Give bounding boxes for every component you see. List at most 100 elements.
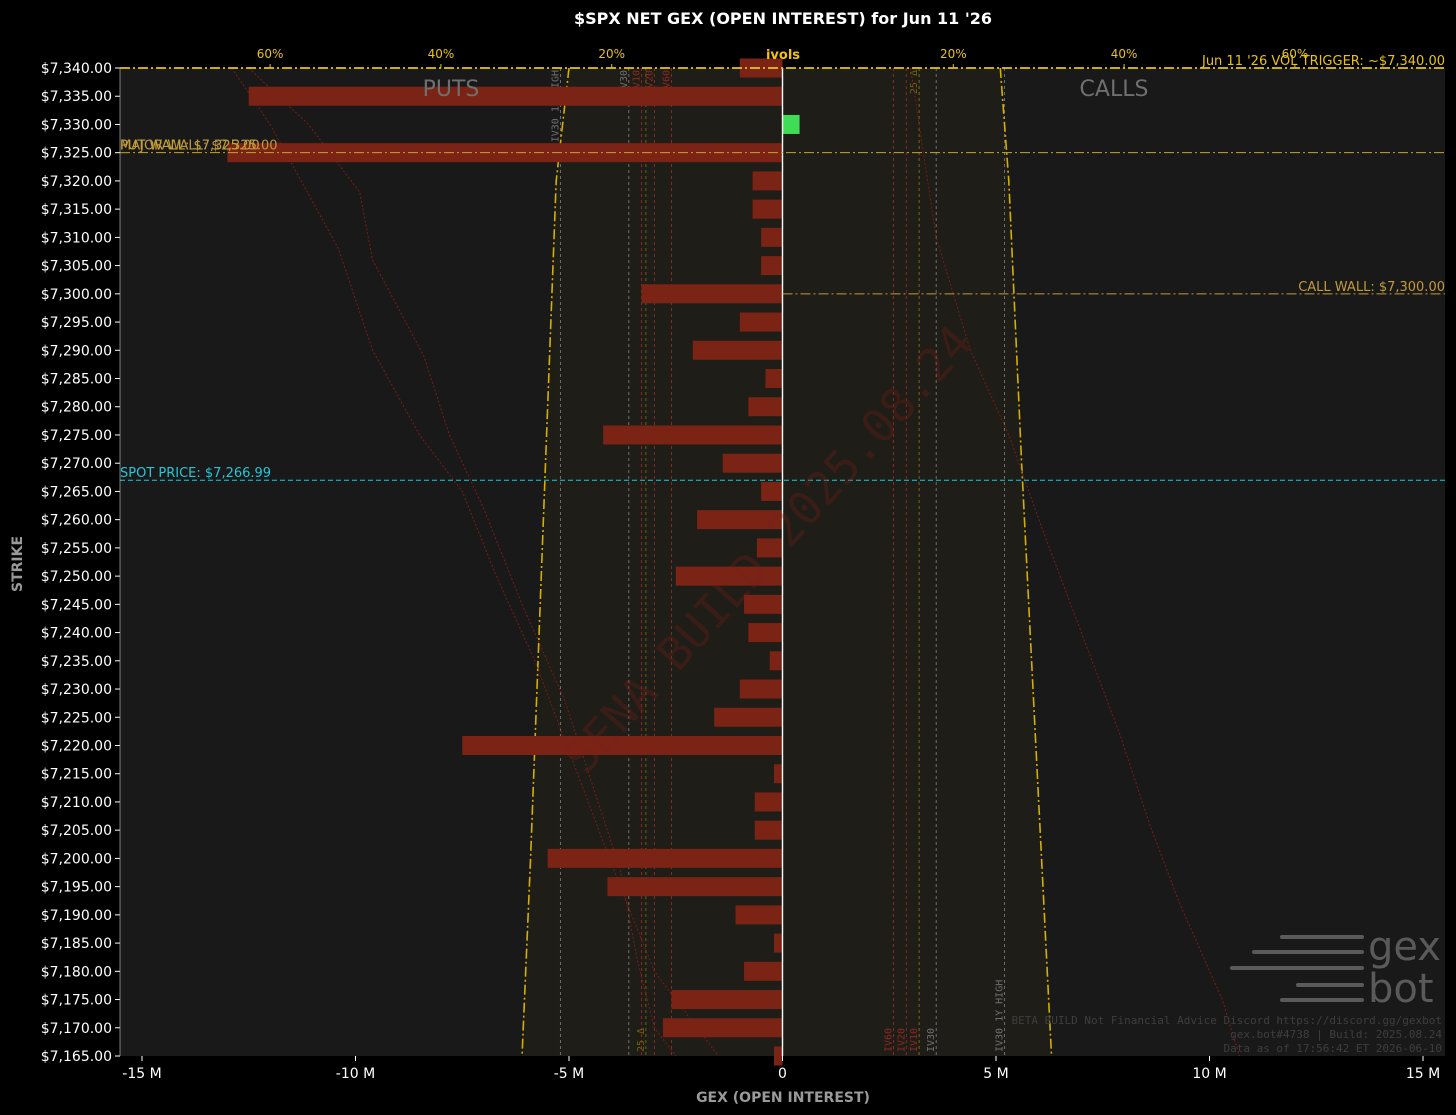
y-tick-label: $7,280.00	[41, 400, 112, 416]
y-tick-label: $7,275.00	[41, 428, 112, 444]
vertical-line-label: 25 Δ	[636, 1028, 647, 1052]
chart-title: $SPX NET GEX (OPEN INTEREST) for Jun 11 …	[574, 9, 992, 28]
x-axis-label: GEX (OPEN INTEREST)	[696, 1090, 870, 1106]
y-tick-label: $7,240.00	[41, 626, 112, 642]
y-tick-label: $7,285.00	[41, 372, 112, 388]
gex-bar	[754, 820, 783, 840]
y-axis-label: STRIKE	[10, 536, 26, 592]
gex-bar	[248, 86, 783, 106]
gex-bar	[761, 227, 783, 247]
y-tick-label: $7,180.00	[41, 964, 112, 980]
gex-bar	[722, 453, 783, 473]
y-tick-label: $7,230.00	[41, 682, 112, 698]
gex-bar	[692, 340, 783, 360]
y-tick-label: $7,225.00	[41, 710, 112, 726]
vertical-line-label: IV10	[909, 1028, 920, 1052]
x-tick-label: 0	[778, 1066, 787, 1082]
gex-bar	[739, 679, 783, 699]
gex-bar	[754, 792, 783, 812]
y-tick-label: $7,190.00	[41, 908, 112, 924]
gex-bar	[671, 990, 783, 1010]
y-tick-label: $7,235.00	[41, 654, 112, 670]
y-tick-label: $7,265.00	[41, 484, 112, 500]
gex-bar	[748, 623, 783, 643]
y-tick-label: $7,330.00	[41, 117, 112, 133]
gex-bar	[752, 199, 783, 219]
y-tick-label: $7,220.00	[41, 738, 112, 754]
y-tick-label: $7,305.00	[41, 259, 112, 275]
y-tick-label: $7,255.00	[41, 541, 112, 557]
gex-bar	[769, 651, 783, 671]
ivol-tick-label: 20%	[940, 47, 967, 61]
gex-bar	[761, 256, 783, 276]
y-tick-label: $7,250.00	[41, 569, 112, 585]
gex-bar	[603, 425, 783, 445]
y-tick-label: $7,335.00	[41, 89, 112, 105]
gex-bar	[752, 171, 783, 191]
vertical-line-label: IV30	[926, 1028, 937, 1052]
y-tick-label: $7,325.00	[41, 146, 112, 162]
level-label: MAJOR WALL: $7,325.00	[120, 139, 278, 154]
logo-text-bottom: bot	[1368, 966, 1434, 1012]
x-tick-label: 15 M	[1406, 1066, 1440, 1082]
gex-bar	[714, 707, 783, 727]
y-tick-label: $7,245.00	[41, 597, 112, 613]
logo-text-top: gex	[1368, 924, 1441, 970]
y-tick-label: $7,195.00	[41, 880, 112, 896]
ivol-tick-label: 40%	[1111, 47, 1138, 61]
y-tick-label: $7,210.00	[41, 795, 112, 811]
gex-bar	[773, 764, 783, 784]
vertical-line-label: IV30 1Y HIGH	[995, 980, 1006, 1052]
y-tick-label: $7,170.00	[41, 1021, 112, 1037]
gex-bar	[641, 284, 783, 304]
gex-chart: IV30 1Y HIGH IV30 IV10 IV20 IV6025 Δ IV60 IV20…	[0, 0, 1456, 1115]
gex-bar	[773, 933, 783, 953]
gex-bar	[547, 848, 783, 868]
x-tick-label: 5 M	[983, 1066, 1008, 1082]
gex-bar	[748, 397, 783, 417]
y-tick-label: $7,175.00	[41, 993, 112, 1009]
ivol-tick-label: 60%	[1282, 47, 1309, 61]
x-tick-label: -15 M	[122, 1066, 161, 1082]
ivols-axis-label: ivols	[766, 48, 800, 63]
footer-timestamp: Data as of 17:56:42 ET 2026-06-10	[1223, 1042, 1442, 1055]
footer-build: gex.bot#4738 | Build: 2025.08.24	[1230, 1028, 1442, 1041]
gex-bar	[744, 961, 783, 981]
x-tick-label: 10 M	[1192, 1066, 1226, 1082]
y-tick-label: $7,340.00	[41, 61, 112, 77]
puts-label: PUTS	[423, 77, 480, 102]
gex-bar	[735, 905, 783, 925]
y-tick-label: $7,200.00	[41, 851, 112, 867]
level-label: Jun 11 '26 VOL TRIGGER: ~$7,340.00	[1201, 54, 1445, 69]
gex-bar	[765, 369, 783, 389]
ivol-tick-label: 60%	[257, 47, 284, 61]
ivol-tick-label: 20%	[598, 47, 625, 61]
calls-label: CALLS	[1080, 77, 1149, 102]
gex-bar	[607, 877, 783, 897]
x-tick-label: -10 M	[336, 1066, 375, 1082]
gex-bar	[782, 114, 800, 134]
vertical-line-label: IV30 1Y HIGH	[550, 70, 561, 142]
level-label: SPOT PRICE: $7,266.99	[120, 466, 271, 481]
x-tick-label: -5 M	[554, 1066, 585, 1082]
y-tick-label: $7,320.00	[41, 174, 112, 190]
y-tick-label: $7,260.00	[41, 513, 112, 529]
y-tick-label: $7,295.00	[41, 315, 112, 331]
y-tick-label: $7,165.00	[41, 1049, 112, 1065]
vertical-line-label: IV20	[896, 1028, 907, 1052]
y-tick-label: $7,185.00	[41, 936, 112, 952]
y-tick-label: $7,215.00	[41, 767, 112, 783]
footer-disclaimer: BETA BUILD Not Financial Advice Discord …	[1012, 1014, 1442, 1027]
y-tick-label: $7,205.00	[41, 823, 112, 839]
y-tick-label: $7,290.00	[41, 343, 112, 359]
level-label: CALL WALL: $7,300.00	[1298, 280, 1445, 295]
ivol-tick-label: 40%	[428, 47, 455, 61]
y-tick-label: $7,315.00	[41, 202, 112, 218]
vertical-line-label: 25 Δ	[909, 70, 920, 94]
y-tick-label: $7,270.00	[41, 456, 112, 472]
gex-bar	[662, 1018, 783, 1038]
gex-bar	[773, 1046, 783, 1066]
vertical-line-label: IV60	[884, 1028, 895, 1052]
gex-bar	[739, 312, 783, 332]
y-tick-label: $7,300.00	[41, 287, 112, 303]
